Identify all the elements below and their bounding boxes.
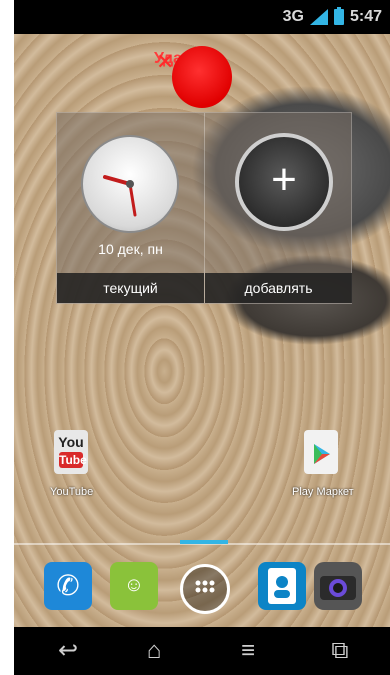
device-frame-left <box>0 0 14 675</box>
youtube-you-text: You <box>58 434 84 450</box>
widget-panel: 10 дек, пн текущий + добавлять <box>56 112 352 304</box>
navigation-bar: ↩ ⌂ ≡ ⧉ <box>14 627 390 675</box>
recent-apps-icon[interactable]: ⧉ <box>320 635 360 667</box>
clock-caption: текущий <box>57 273 204 303</box>
signal-icon <box>309 9 328 25</box>
play-store-icon[interactable] <box>304 430 338 474</box>
plus-icon: + <box>235 133 333 231</box>
status-right: 3G 5:47 <box>282 7 382 26</box>
apps-icon[interactable] <box>180 564 230 614</box>
home-screen: 3G 5:47 Удалить ✕ 10 дек, пн текущий + <box>14 0 390 675</box>
back-icon[interactable]: ↩ <box>48 635 88 667</box>
add-caption: добавлять <box>205 273 352 303</box>
home-icon[interactable]: ⌂ <box>134 635 174 667</box>
status-time: 5:47 <box>349 8 382 25</box>
add-widget[interactable]: + добавлять <box>204 113 352 303</box>
youtube-icon[interactable]: You Tube <box>54 430 88 474</box>
youtube-label: YouTube <box>50 486 94 498</box>
dock: ✆ ☺ <box>14 558 390 618</box>
battery-icon <box>333 7 344 25</box>
menu-icon[interactable]: ≡ <box>228 635 268 667</box>
page-indicator <box>180 540 228 544</box>
camera-icon[interactable] <box>314 562 362 610</box>
messages-icon[interactable]: ☺ <box>110 562 158 610</box>
network-type: 3G <box>282 8 304 25</box>
clock-widget[interactable]: 10 дек, пн текущий <box>57 113 204 303</box>
youtube-tube-text: Tube <box>59 452 87 468</box>
play-store-label: Play Маркет <box>292 486 354 498</box>
clock-date: 10 дек, пн <box>98 241 163 257</box>
phone-icon[interactable]: ✆ <box>44 562 92 610</box>
dragged-widget-indicator[interactable] <box>172 46 232 108</box>
contacts-icon[interactable] <box>258 562 306 610</box>
status-bar: 3G 5:47 <box>14 0 390 34</box>
clock-icon <box>81 135 179 233</box>
